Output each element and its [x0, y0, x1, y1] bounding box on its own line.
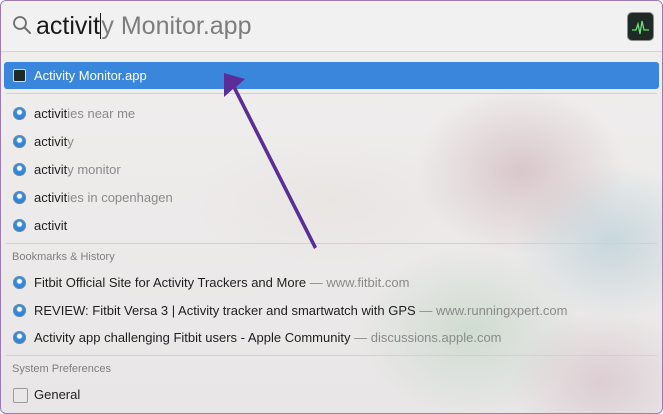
suggestion-typed: activit: [34, 218, 68, 233]
bookmark-row[interactable]: Fitbit Official Site for Activity Tracke…: [4, 269, 659, 296]
divider: [6, 93, 657, 94]
section-header-system-preferences: System Preferences: [12, 363, 112, 375]
suggestion-rest: ies in copenhagen: [67, 190, 173, 205]
section-header-bookmarks: Bookmarks & History: [12, 251, 115, 263]
bookmark-row[interactable]: REVIEW: Fitbit Versa 3 | Activity tracke…: [4, 297, 659, 324]
search-typed-text: activit: [36, 12, 100, 40]
bookmark-source: www.runningxpert.com: [435, 303, 568, 318]
bookmark-title: Activity app challenging Fitbit users - …: [34, 330, 351, 345]
safari-icon: [13, 276, 26, 289]
suggestion-rest: ies near me: [67, 106, 136, 121]
suggestion-rest: y: [67, 134, 74, 149]
suggestion-rest: y monitor: [67, 162, 121, 177]
safari-icon: [13, 331, 26, 344]
divider: [6, 355, 657, 356]
suggestion-typed: activit: [34, 134, 68, 149]
bookmark-separator: —: [350, 330, 371, 345]
preference-row-general[interactable]: General: [4, 381, 659, 408]
top-hit-label: Activity Monitor.app: [34, 68, 147, 83]
safari-icon: [13, 191, 26, 204]
search-input[interactable]: activity Monitor.app: [36, 10, 252, 42]
bookmark-row[interactable]: Activity app challenging Fitbit users - …: [4, 324, 659, 351]
top-hit-row[interactable]: Activity Monitor.app: [4, 62, 659, 89]
suggestion-row[interactable]: activity monitor: [4, 156, 659, 183]
search-autocomplete: y Monitor.app: [101, 12, 252, 40]
safari-icon: [13, 163, 26, 176]
bookmark-title: Fitbit Official Site for Activity Tracke…: [34, 275, 307, 290]
bookmark-separator: —: [415, 303, 436, 318]
suggestion-typed: activit: [34, 162, 68, 177]
suggestion-row[interactable]: activit: [4, 212, 659, 239]
divider: [6, 243, 657, 244]
suggestion-row[interactable]: activity: [4, 128, 659, 155]
search-icon: [13, 16, 31, 34]
bookmark-source: discussions.apple.com: [370, 330, 502, 345]
activity-monitor-icon: [13, 69, 26, 82]
general-preferences-icon: [13, 388, 28, 403]
suggestion-typed: activit: [34, 106, 68, 121]
search-bar[interactable]: activity Monitor.app: [1, 1, 662, 52]
suggestion-row[interactable]: activities in copenhagen: [4, 184, 659, 211]
activity-monitor-preview-icon: [627, 12, 654, 41]
bookmark-separator: —: [306, 275, 327, 290]
graph-icon: [632, 20, 649, 35]
spotlight-window: activity Monitor.app Activity Monitor.ap…: [0, 0, 663, 414]
safari-icon: [13, 219, 26, 232]
safari-icon: [13, 304, 26, 317]
suggestion-row[interactable]: activities near me: [4, 100, 659, 127]
safari-icon: [13, 107, 26, 120]
suggestion-typed: activit: [34, 190, 68, 205]
bookmark-source: www.fitbit.com: [326, 275, 410, 290]
preference-label: General: [34, 387, 81, 402]
safari-icon: [13, 135, 26, 148]
bookmark-title: REVIEW: Fitbit Versa 3 | Activity tracke…: [34, 303, 416, 318]
